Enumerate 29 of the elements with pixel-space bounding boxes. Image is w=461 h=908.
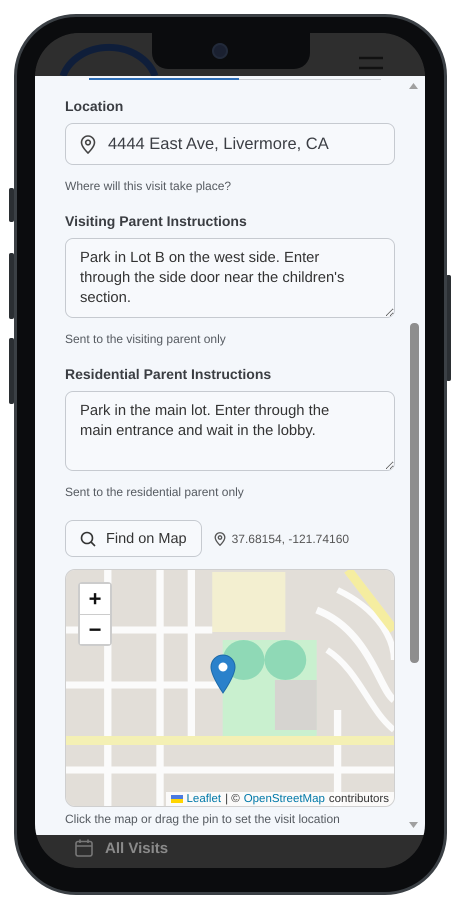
map-hint: Click the map or drag the pin to set the visit location — [65, 811, 341, 827]
field-label: Visiting Parent Instructions — [65, 212, 248, 230]
map-marker-icon[interactable] — [210, 654, 236, 694]
scrollbar-thumb[interactable] — [410, 323, 419, 663]
field-hint: Sent to the residential parent only — [65, 484, 245, 501]
scroll-down-icon[interactable] — [409, 822, 418, 828]
instructions-field[interactable]: Park in Lot B on the west side. Enter through the side door near the children's section. — [65, 238, 395, 318]
nav-item[interactable]: All Visits — [105, 839, 168, 859]
scroll-up-icon[interactable] — [409, 83, 418, 89]
menu-icon[interactable] — [359, 56, 383, 70]
location-field[interactable]: 4444 East Ave, Livermore, CA — [65, 123, 395, 165]
openstreetmap-link[interactable]: OpenStreetMap — [244, 793, 325, 805]
field-hint: Sent to the visiting parent only — [65, 331, 227, 348]
find-on-map-button[interactable]: Find on Map — [65, 520, 202, 557]
field-value: 4444 East Ave, Livermore, CA — [108, 134, 329, 154]
location-pin-icon — [80, 134, 96, 154]
location-pin-icon — [214, 532, 226, 546]
search-icon — [80, 530, 96, 546]
attribution-text: Leaflet | © OpenStreetMap contributors — [166, 792, 394, 806]
field-label: Residential Parent Instructions — [65, 365, 272, 383]
zoom-out-button[interactable]: − — [80, 614, 110, 644]
calendar-icon — [75, 839, 93, 857]
instructions-field[interactable]: Park in the main lot. Enter through the main entrance and wait in the lobby. — [65, 391, 395, 471]
field-label: Location — [65, 97, 124, 115]
flag-icon — [170, 795, 183, 803]
coordinates-text: 37.68154, -121.74160 — [232, 532, 350, 546]
leaflet-link[interactable]: Leaflet — [186, 793, 222, 805]
camera-lens — [212, 43, 228, 59]
field-hint: Where will this visit take place? — [65, 178, 232, 195]
